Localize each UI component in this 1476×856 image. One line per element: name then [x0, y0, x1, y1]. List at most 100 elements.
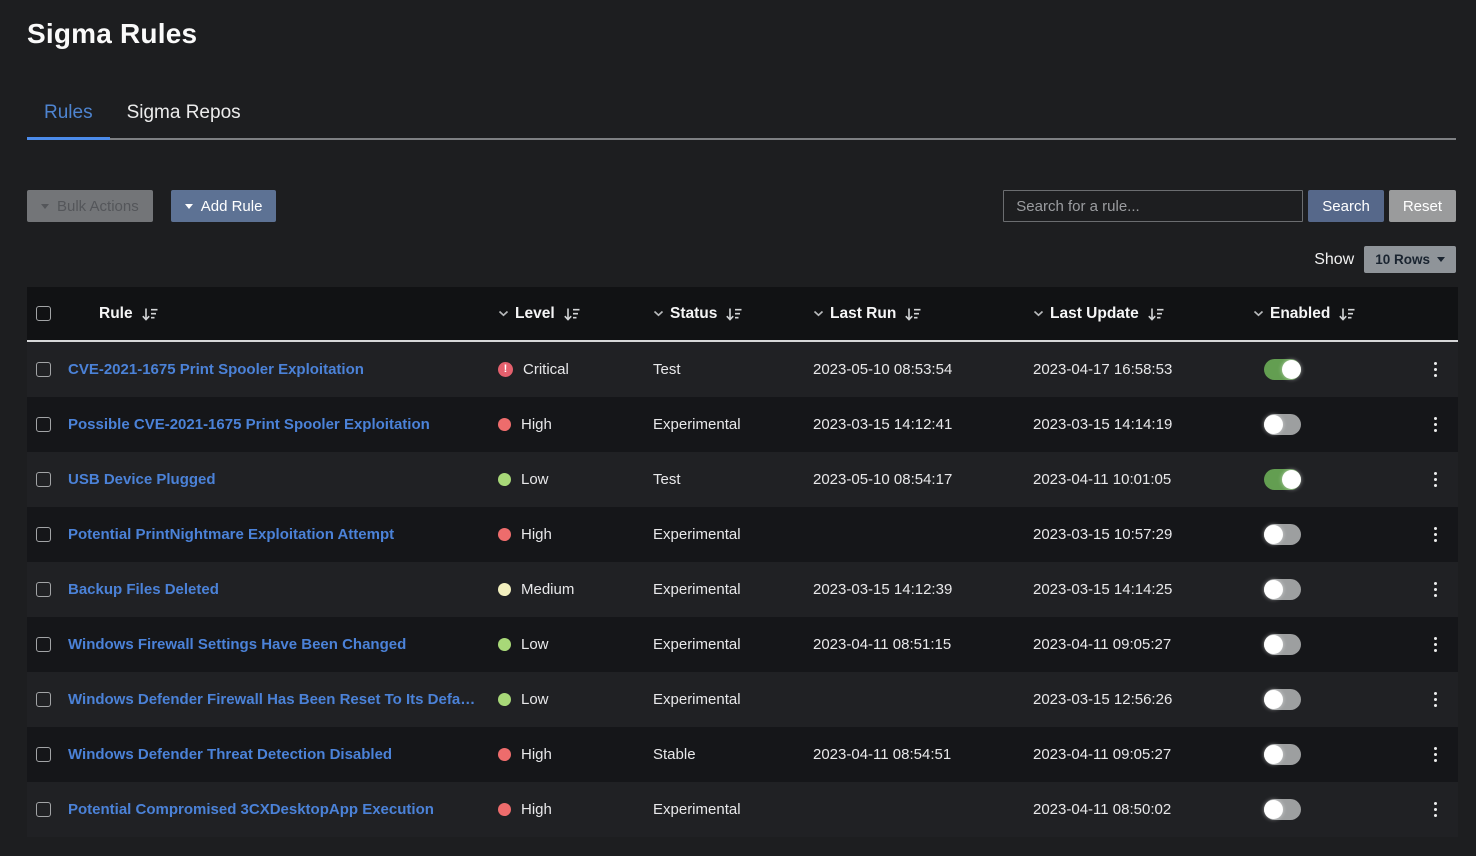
row-checkbox[interactable] [36, 692, 51, 707]
sort-icon[interactable] [725, 307, 742, 322]
sort-icon[interactable] [1338, 307, 1355, 322]
rule-link[interactable]: CVE-2021-1675 Print Spooler Exploitation [68, 361, 364, 378]
chevron-down-icon[interactable] [813, 310, 824, 317]
row-checkbox[interactable] [36, 802, 51, 817]
search-input[interactable] [1003, 190, 1303, 222]
row-checkbox[interactable] [36, 362, 51, 377]
column-header-enabled[interactable]: Enabled [1247, 305, 1407, 323]
chevron-down-icon[interactable] [1253, 310, 1264, 317]
kebab-menu-icon[interactable] [1428, 578, 1444, 602]
column-header-level[interactable]: Level [492, 305, 647, 323]
column-label: Level [515, 305, 555, 323]
level-label: Low [521, 691, 549, 708]
column-label: Rule [99, 305, 133, 323]
rule-link[interactable]: Backup Files Deleted [68, 581, 219, 598]
rule-link[interactable]: Windows Defender Threat Detection Disabl… [68, 746, 392, 763]
toggle-knob [1264, 690, 1283, 709]
status-label: Experimental [653, 801, 741, 818]
rule-link[interactable]: Possible CVE-2021-1675 Print Spooler Exp… [68, 416, 430, 433]
enabled-toggle[interactable] [1264, 634, 1301, 655]
rows-per-page-dropdown[interactable]: 10 Rows [1364, 246, 1456, 273]
last-update-value: 2023-03-15 12:56:26 [1033, 691, 1172, 708]
rule-link[interactable]: Potential Compromised 3CXDesktopApp Exec… [68, 801, 434, 818]
row-checkbox[interactable] [36, 747, 51, 762]
column-header-last-update[interactable]: Last Update [1027, 305, 1247, 323]
level-dot-icon [498, 418, 511, 431]
status-label: Experimental [653, 416, 741, 433]
kebab-menu-icon[interactable] [1428, 523, 1444, 547]
enabled-toggle[interactable] [1264, 524, 1301, 545]
sort-icon[interactable] [904, 307, 921, 322]
enabled-toggle[interactable] [1264, 579, 1301, 600]
level-label: Medium [521, 581, 574, 598]
kebab-menu-icon[interactable] [1428, 358, 1444, 382]
enabled-toggle[interactable] [1264, 799, 1301, 820]
rule-link[interactable]: Windows Firewall Settings Have Been Chan… [68, 636, 406, 653]
bulk-actions-button[interactable]: Bulk Actions [27, 190, 153, 222]
column-label: Last Run [830, 305, 896, 323]
reset-button[interactable]: Reset [1389, 190, 1456, 222]
kebab-menu-icon[interactable] [1428, 633, 1444, 657]
tab-sigma-repos[interactable]: Sigma Repos [110, 94, 258, 140]
select-all-checkbox[interactable] [36, 306, 51, 321]
level-dot-icon [498, 693, 511, 706]
row-checkbox[interactable] [36, 417, 51, 432]
level-label: Critical [523, 361, 569, 378]
last-update-value: 2023-04-11 09:05:27 [1033, 746, 1171, 763]
kebab-menu-icon[interactable] [1428, 468, 1444, 492]
level-label: Low [521, 636, 549, 653]
sort-icon[interactable] [1147, 307, 1164, 322]
enabled-toggle[interactable] [1264, 469, 1301, 490]
tab-rules[interactable]: Rules [27, 94, 110, 140]
status-label: Test [653, 361, 681, 378]
level-label: Low [521, 471, 549, 488]
toggle-knob [1264, 415, 1283, 434]
last-run-value: 2023-03-15 14:12:39 [813, 581, 952, 598]
level-dot-icon [498, 528, 511, 541]
table-row: CVE-2021-1675 Print Spooler Exploitation… [27, 342, 1458, 397]
toggle-knob [1282, 360, 1301, 379]
enabled-toggle[interactable] [1264, 689, 1301, 710]
column-header-status[interactable]: Status [647, 305, 807, 323]
column-header-last-run[interactable]: Last Run [807, 305, 1027, 323]
kebab-menu-icon[interactable] [1428, 688, 1444, 712]
enabled-toggle[interactable] [1264, 744, 1301, 765]
chevron-down-icon[interactable] [1033, 310, 1044, 317]
row-checkbox[interactable] [36, 637, 51, 652]
enabled-toggle[interactable] [1264, 359, 1301, 380]
show-label: Show [1314, 251, 1354, 269]
last-update-value: 2023-04-11 09:05:27 [1033, 636, 1171, 653]
row-checkbox[interactable] [36, 527, 51, 542]
chevron-down-icon[interactable] [498, 310, 509, 317]
last-run-value: 2023-04-11 08:54:51 [813, 746, 951, 763]
row-checkbox[interactable] [36, 582, 51, 597]
last-run-value: 2023-03-15 14:12:41 [813, 416, 952, 433]
last-run-value: 2023-05-10 08:54:17 [813, 471, 952, 488]
last-update-value: 2023-04-17 16:58:53 [1033, 361, 1172, 378]
column-header-rule[interactable]: Rule [68, 305, 492, 323]
chevron-down-icon[interactable] [653, 310, 664, 317]
enabled-toggle[interactable] [1264, 414, 1301, 435]
search-button[interactable]: Search [1308, 190, 1384, 222]
sort-icon[interactable] [563, 307, 580, 322]
level-dot-icon [498, 638, 511, 651]
column-label: Enabled [1270, 305, 1330, 323]
status-label: Experimental [653, 691, 741, 708]
toggle-knob [1264, 525, 1283, 544]
kebab-menu-icon[interactable] [1428, 798, 1444, 822]
last-update-value: 2023-04-11 10:01:05 [1033, 471, 1171, 488]
rule-link[interactable]: Potential PrintNightmare Exploitation At… [68, 526, 394, 543]
sort-icon[interactable] [141, 307, 158, 322]
table-row: USB Device Plugged Low Test 2023-05-10 0… [27, 452, 1458, 507]
kebab-menu-icon[interactable] [1428, 413, 1444, 437]
table-row: Backup Files Deleted Medium Experimental… [27, 562, 1458, 617]
add-rule-label: Add Rule [201, 198, 263, 215]
add-rule-button[interactable]: Add Rule [171, 190, 277, 222]
kebab-menu-icon[interactable] [1428, 743, 1444, 767]
row-checkbox[interactable] [36, 472, 51, 487]
last-run-value: 2023-04-11 08:51:15 [813, 636, 951, 653]
level-dot-icon: ! [498, 362, 513, 377]
rule-link[interactable]: Windows Defender Firewall Has Been Reset… [68, 691, 483, 708]
rule-link[interactable]: USB Device Plugged [68, 471, 216, 488]
rules-table: Rule Level Status [27, 287, 1458, 837]
